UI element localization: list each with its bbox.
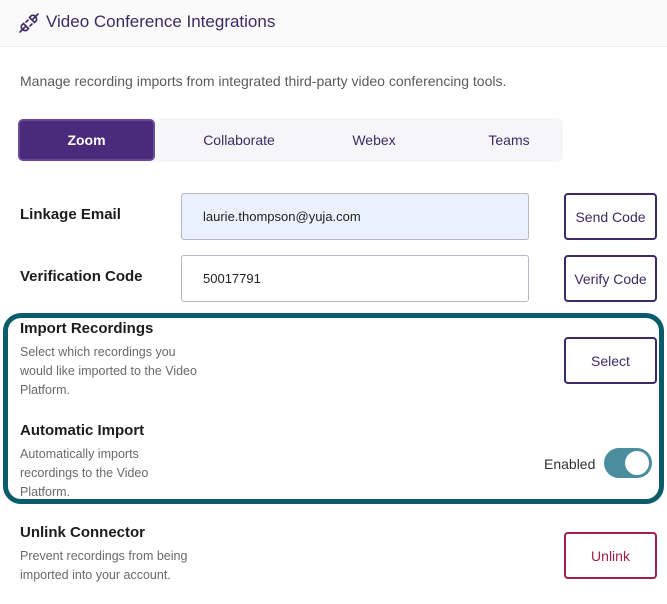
unlink-connector-label: Unlink Connector [20, 524, 146, 541]
automatic-import-toggle[interactable] [604, 448, 652, 478]
toggle-knob [625, 451, 649, 475]
integration-tabs: Zoom Collaborate Webex Teams [18, 118, 563, 162]
select-recordings-button[interactable]: Select [564, 337, 657, 384]
verification-code-input[interactable] [181, 255, 529, 302]
automatic-import-label: Automatic Import [20, 422, 145, 439]
send-code-button[interactable]: Send Code [564, 193, 657, 240]
page-description: Manage recording imports from integrated… [20, 73, 507, 89]
tab-zoom[interactable]: Zoom [20, 121, 153, 159]
unlink-button[interactable]: Unlink [564, 532, 657, 579]
tab-collaborate[interactable]: Collaborate [173, 118, 305, 162]
import-recordings-label: Import Recordings [20, 320, 154, 337]
tab-teams[interactable]: Teams [443, 118, 575, 162]
linkage-email-label: Linkage Email [20, 206, 121, 223]
verify-code-button[interactable]: Verify Code [564, 255, 657, 302]
import-recordings-description: Select which recordings you would like i… [20, 345, 197, 397]
automatic-import-status: Enabled [544, 456, 596, 472]
plug-link-icon [19, 13, 39, 33]
tab-webex[interactable]: Webex [308, 118, 440, 162]
automatic-import-description: Automatically imports recordings to the … [20, 447, 149, 497]
linkage-email-input[interactable] [181, 193, 529, 240]
page-header: Video Conference Integrations [0, 0, 667, 47]
unlink-connector-description: Prevent recordings from being imported i… [20, 549, 188, 582]
page-title: Video Conference Integrations [46, 12, 276, 31]
verification-code-label: Verification Code [20, 268, 143, 285]
